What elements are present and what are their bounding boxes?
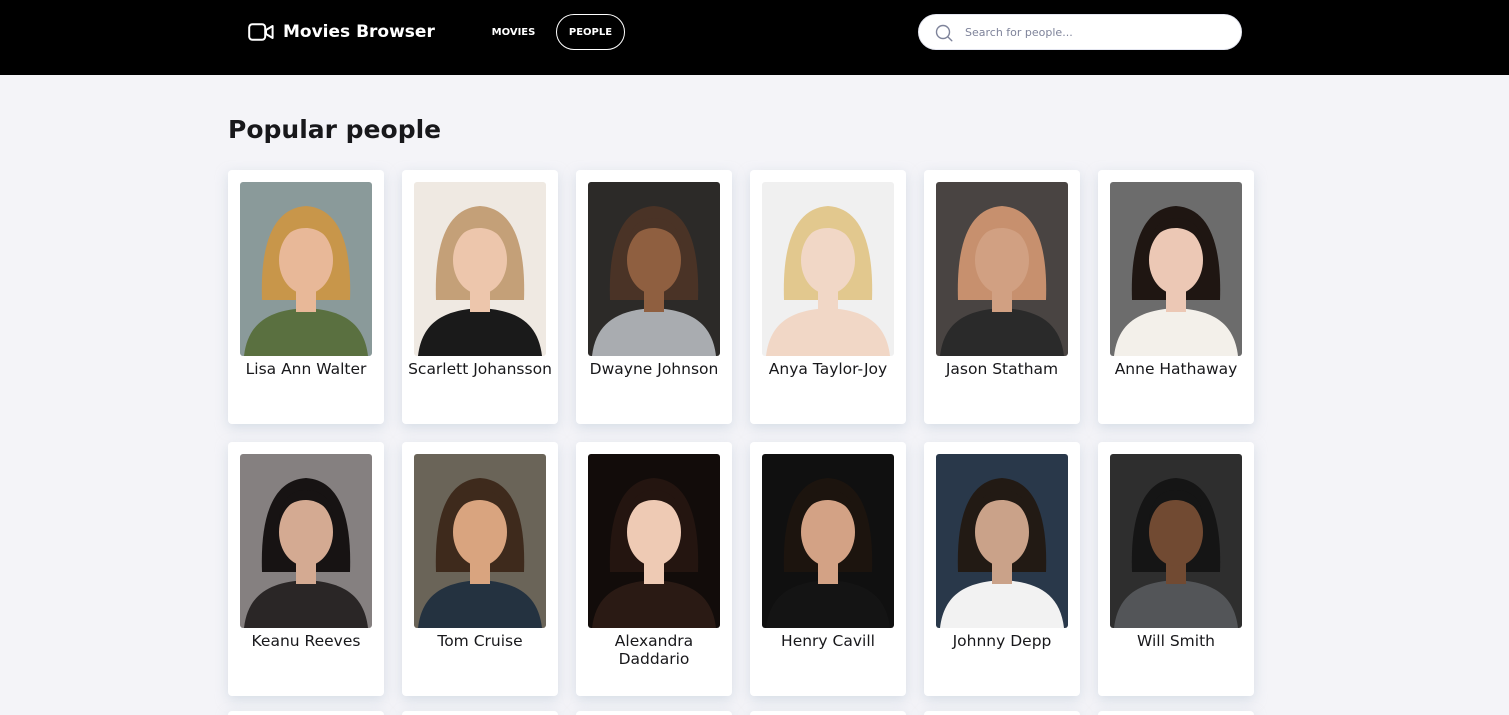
person-photo <box>240 182 372 356</box>
nav-link-movies[interactable]: MOVIES <box>480 14 547 50</box>
person-photo <box>588 182 720 356</box>
nav-link-people[interactable]: PEOPLE <box>556 14 625 50</box>
person-name: Alexandra Daddario <box>614 632 694 668</box>
top-navigation-bar: Movies Browser MOVIES PEOPLE <box>0 0 1509 75</box>
person-name: Keanu Reeves <box>251 632 361 650</box>
brand-title: Movies Browser <box>283 22 435 42</box>
person-photo <box>588 454 720 628</box>
card-peek <box>750 711 906 715</box>
person-name: Scarlett Johansson <box>408 360 552 378</box>
video-camera-icon <box>248 23 274 41</box>
person-card[interactable]: Alexandra Daddario <box>576 442 732 696</box>
person-card[interactable]: Scarlett Johansson <box>402 170 558 424</box>
person-card[interactable]: Tom Cruise <box>402 442 558 696</box>
person-photo <box>240 454 372 628</box>
person-photo <box>414 182 546 356</box>
person-card[interactable]: Jason Statham <box>924 170 1080 424</box>
card-peek <box>576 711 732 715</box>
card-peek <box>228 711 384 715</box>
person-card[interactable]: Dwayne Johnson <box>576 170 732 424</box>
person-name: Tom Cruise <box>437 632 523 650</box>
search-bar[interactable] <box>918 14 1242 50</box>
person-name: Anne Hathaway <box>1114 360 1238 378</box>
card-peek <box>924 711 1080 715</box>
person-card[interactable]: Anya Taylor-Joy <box>750 170 906 424</box>
card-peek <box>402 711 558 715</box>
person-photo <box>762 454 894 628</box>
person-photo <box>936 454 1068 628</box>
person-name: Dwayne Johnson <box>589 360 719 378</box>
person-photo <box>414 454 546 628</box>
person-card[interactable]: Johnny Depp <box>924 442 1080 696</box>
person-name: Will Smith <box>1137 632 1215 650</box>
person-card[interactable]: Will Smith <box>1098 442 1254 696</box>
brand-logo[interactable]: Movies Browser <box>248 20 435 44</box>
person-name: Johnny Depp <box>952 632 1052 650</box>
person-card[interactable]: Lisa Ann Walter <box>228 170 384 424</box>
person-photo <box>762 182 894 356</box>
person-card[interactable]: Keanu Reeves <box>228 442 384 696</box>
person-photo <box>936 182 1068 356</box>
person-card[interactable]: Henry Cavill <box>750 442 906 696</box>
person-photo <box>1110 182 1242 356</box>
person-name: Jason Statham <box>945 360 1059 378</box>
card-peek <box>1098 711 1254 715</box>
page-title: Popular people <box>228 115 442 144</box>
person-name: Lisa Ann Walter <box>245 360 367 378</box>
search-icon <box>935 24 953 42</box>
search-input[interactable] <box>965 15 1227 49</box>
person-name: Anya Taylor-Joy <box>768 360 888 378</box>
person-name: Henry Cavill <box>781 632 875 650</box>
person-card[interactable]: Anne Hathaway <box>1098 170 1254 424</box>
person-photo <box>1110 454 1242 628</box>
